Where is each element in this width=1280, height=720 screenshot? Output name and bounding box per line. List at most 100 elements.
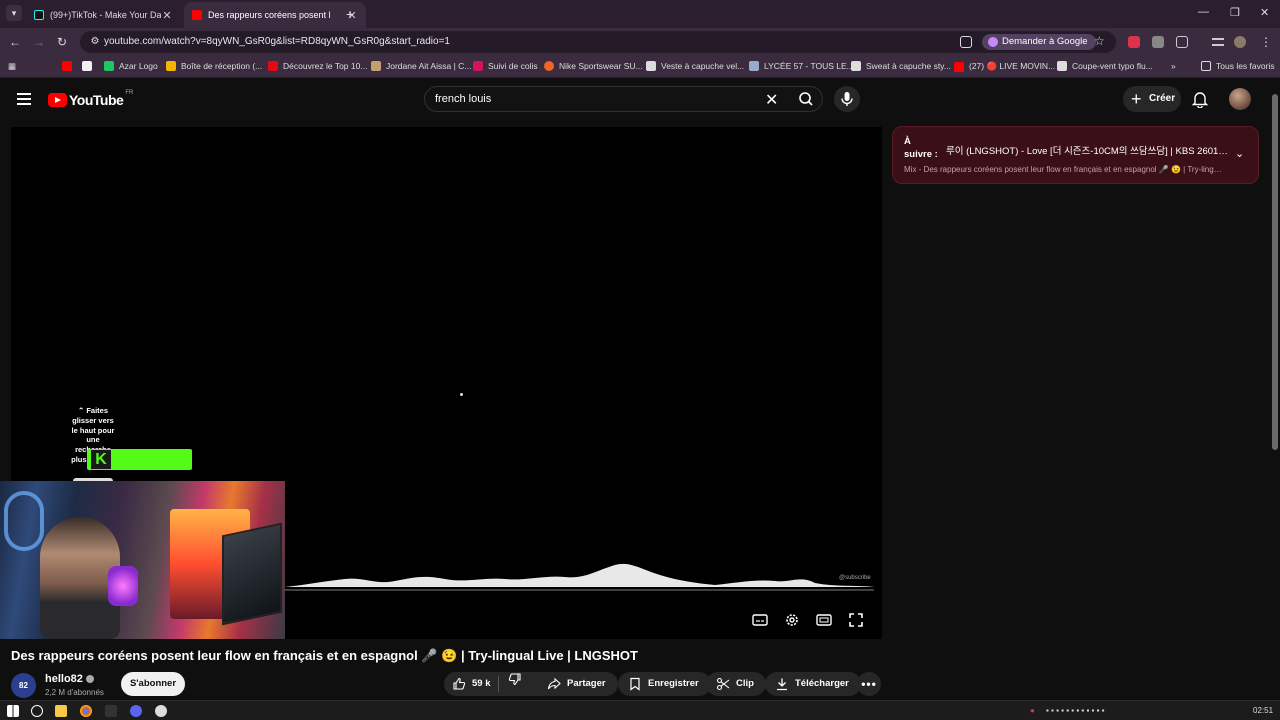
bookmark-item[interactable]: Coupe-vent typo flu... [1057, 61, 1153, 71]
back-icon[interactable]: ← [9, 35, 21, 49]
theater-mode-button[interactable] [815, 611, 833, 629]
tab-youtube[interactable]: Des rappeurs coréens posent l ✕ [184, 2, 366, 28]
chrome-icon[interactable] [80, 705, 92, 717]
all-bookmarks-folder[interactable]: Tous les favoris [1201, 61, 1275, 71]
bookmark-item[interactable]: Suivi de colis [473, 61, 538, 71]
kick-overlay-banner: K [87, 449, 192, 470]
bookmark-label: Veste à capuche vel... [661, 61, 745, 71]
subscribe-button[interactable]: S'abonner [121, 672, 185, 696]
kick-logo-icon: K [91, 450, 111, 469]
bookmark-item[interactable]: Azar Logo [104, 61, 158, 71]
clock[interactable]: 02:51 [1253, 706, 1273, 715]
new-tab-button[interactable]: + [346, 6, 354, 22]
bookmark-item[interactable]: Boîte de réception (... [166, 61, 262, 71]
mouse-cursor [460, 393, 463, 396]
bookmark-item[interactable]: Jordane Ait Aissa | C... [371, 61, 471, 71]
install-app-icon[interactable] [960, 36, 972, 48]
bookmark-youtube[interactable] [62, 61, 77, 71]
discord-icon[interactable] [130, 705, 142, 717]
search-box[interactable]: french louis ✕ [424, 86, 823, 112]
bookmark-star-icon[interactable]: ☆ [1094, 34, 1105, 48]
voice-search-button[interactable] [834, 86, 860, 112]
thumbs-down-icon [508, 673, 521, 686]
tab-search-button[interactable]: ▾ [6, 5, 22, 21]
page-scrollbar[interactable] [1272, 78, 1280, 700]
microphone-tray-icon[interactable]: ● [1030, 706, 1035, 715]
close-window-icon[interactable]: ✕ [1260, 6, 1269, 19]
bookmark-item[interactable]: Découvrez le Top 10... [268, 61, 367, 71]
search-button[interactable] [789, 87, 823, 111]
monitor [222, 522, 282, 626]
up-next-title[interactable]: 루이 (LNGSHOT) - Love [더 시즌즈-10CM의 쓰담쓰담] |… [946, 143, 1231, 157]
subtitles-button[interactable] [751, 611, 769, 629]
search-icon [799, 92, 813, 106]
account-avatar[interactable] [1229, 88, 1251, 110]
chevron-down-icon[interactable]: ⌄ [1235, 147, 1244, 160]
bookmark-label: Tous les favoris [1216, 61, 1275, 71]
terminal-icon[interactable] [105, 705, 117, 717]
more-actions-button[interactable]: ••• [857, 672, 881, 696]
clear-search-icon[interactable]: ✕ [765, 90, 778, 110]
minimize-icon[interactable]: — [1198, 6, 1209, 18]
webcam-overlay [0, 481, 285, 639]
up-next-playlist: Mix - Des rappeurs coréens posent leur f… [904, 165, 1224, 174]
share-icon [547, 677, 561, 690]
more-horizontal-icon: ••• [861, 677, 877, 691]
browser-toolbar: ← → ↻ ⚙ youtube.com/watch?v=8qyWN_GsR0g&… [0, 28, 1280, 56]
restore-icon[interactable]: ❐ [1230, 6, 1240, 19]
save-button[interactable]: Enregistrer [618, 672, 711, 696]
bookmarks-overflow-icon[interactable]: » [1171, 61, 1176, 71]
file-explorer-icon[interactable] [55, 705, 67, 717]
windows-start-icon[interactable] [7, 705, 19, 717]
extension-icon[interactable] [1152, 36, 1164, 48]
bookmark-item[interactable]: Sweat à capuche sty... [851, 61, 951, 71]
windows-taskbar: ● ▪ ▪ ▪ ▪ ▪ ▪ ▪ ▪ ▪ ▪ ▪ ▪ 02:51 [0, 700, 1280, 720]
forward-icon[interactable]: → [33, 35, 45, 49]
youtube-logo[interactable]: YouTube FR [48, 90, 133, 108]
theater-icon [816, 614, 832, 626]
menu-icon[interactable] [17, 93, 31, 105]
tab-tiktok[interactable]: (99+)TikTok - Make Your Day ✕ [26, 2, 181, 28]
notifications-button[interactable] [1191, 90, 1209, 113]
download-label: Télécharger [795, 678, 849, 689]
dislike-button[interactable] [508, 672, 528, 686]
bookmark-item[interactable]: (27) 🔴 LIVE MOVIN... [954, 61, 1055, 72]
url-text[interactable]: youtube.com/watch?v=8qyWN_GsR0g&list=RD8… [104, 36, 450, 47]
address-bar[interactable]: ⚙ youtube.com/watch?v=8qyWN_GsR0g&list=R… [80, 31, 1116, 53]
channel-name[interactable]: hello82 [45, 673, 94, 685]
extensions-puzzle-icon[interactable] [1176, 36, 1188, 48]
fullscreen-button[interactable] [847, 611, 865, 629]
progress-bar[interactable] [285, 589, 874, 591]
tray-icons[interactable]: ▪ ▪ ▪ ▪ ▪ ▪ ▪ ▪ ▪ ▪ ▪ ▪ [1046, 706, 1104, 715]
tab-title: Des rappeurs coréens posent l [208, 10, 331, 20]
scrollbar-thumb[interactable] [1272, 94, 1278, 450]
bookmark-label: Sweat à capuche sty... [866, 61, 951, 71]
extension-icon[interactable] [1128, 36, 1140, 48]
more-menu-icon[interactable]: ⋮ [1260, 35, 1272, 49]
gear-icon [786, 614, 798, 626]
apps-grid-icon[interactable]: ▦ [8, 61, 16, 72]
bookmark-docs[interactable] [82, 61, 97, 71]
up-next-label: À suivre : [904, 136, 938, 160]
profile-avatar-icon[interactable] [1234, 36, 1246, 48]
reading-list-icon[interactable] [1212, 38, 1224, 46]
bookmark-item[interactable]: Veste à capuche vel... [646, 61, 744, 71]
settings-button[interactable] [783, 611, 801, 629]
channel-name-text[interactable]: hello82 [45, 673, 83, 685]
channel-avatar[interactable]: 82 [11, 673, 36, 698]
obs-icon[interactable] [155, 705, 167, 717]
like-button[interactable]: 59 k [452, 672, 491, 696]
bookmark-item[interactable]: LYCÉE 57 - TOUS LE... [749, 61, 854, 71]
search-input[interactable]: french louis [435, 93, 491, 105]
ask-google-button[interactable]: Demander à Google [982, 34, 1096, 50]
site-info-icon[interactable]: ⚙ [88, 35, 102, 49]
download-button[interactable]: Télécharger [765, 672, 861, 696]
search-icon[interactable] [31, 705, 43, 717]
clip-button[interactable]: Clip [706, 672, 766, 696]
close-tab-icon[interactable]: ✕ [161, 9, 173, 22]
reload-icon[interactable]: ↻ [57, 35, 67, 49]
create-button[interactable]: Créer [1123, 86, 1181, 112]
share-button[interactable]: Partager [537, 672, 618, 696]
up-next-panel[interactable]: À suivre : 루이 (LNGSHOT) - Love [더 시즌즈-10… [892, 126, 1259, 184]
bookmark-item[interactable]: Nike Sportswear SU... [544, 61, 643, 71]
